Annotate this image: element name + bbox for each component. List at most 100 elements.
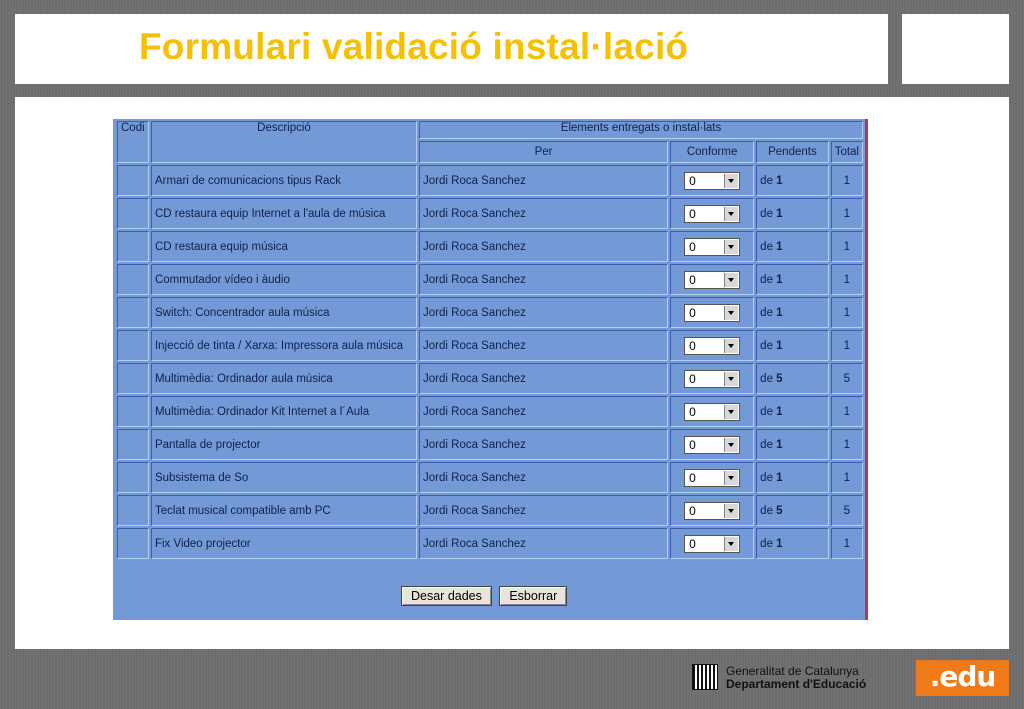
cell-per: Jordi Roca Sanchez — [419, 462, 669, 493]
conforme-value: 0 — [689, 173, 696, 188]
table-row: Commutador vídeo i àudio Jordi Roca Sanc… — [117, 264, 863, 295]
cell-pendents: de 5 — [756, 363, 829, 394]
chevron-down-icon[interactable] — [724, 173, 739, 188]
conforme-value: 0 — [689, 239, 696, 254]
cell-total: 1 — [830, 264, 863, 295]
chevron-down-icon[interactable] — [724, 404, 739, 419]
pendents-count: 1 — [776, 273, 783, 286]
cell-pendents: de 5 — [756, 495, 829, 526]
chevron-down-icon[interactable] — [724, 239, 739, 254]
conforme-select[interactable]: 0 — [684, 204, 741, 223]
table-row: Multimèdia: Ordinador aula música Jordi … — [117, 363, 863, 394]
pendents-prefix: de — [760, 306, 773, 319]
col-header-total: Total — [830, 141, 863, 163]
cell-codi — [117, 231, 149, 262]
chevron-down-icon[interactable] — [724, 338, 739, 353]
cell-pendents: de 1 — [756, 396, 829, 427]
conforme-select[interactable]: 0 — [684, 237, 741, 256]
cell-codi — [117, 495, 149, 526]
cell-descripcio: CD restaura equip Internet a l'aula de m… — [150, 198, 418, 229]
chevron-down-icon[interactable] — [724, 371, 739, 386]
col-header-conforme: Conforme — [670, 141, 755, 163]
col-header-codi: Codi — [117, 121, 149, 163]
cell-total: 1 — [830, 528, 863, 559]
conforme-select[interactable]: 0 — [684, 369, 741, 388]
cell-conforme: 0 — [670, 198, 755, 229]
chevron-down-icon[interactable] — [724, 503, 739, 518]
cell-conforme: 0 — [670, 231, 755, 262]
chevron-down-icon[interactable] — [724, 437, 739, 452]
cell-total: 1 — [830, 198, 863, 229]
col-header-per: Per — [419, 141, 669, 163]
cell-conforme: 0 — [670, 330, 755, 361]
corner-box — [902, 14, 1009, 84]
pendents-count: 1 — [776, 240, 783, 253]
conforme-select[interactable]: 0 — [684, 270, 741, 289]
conforme-value: 0 — [689, 503, 696, 518]
cell-per: Jordi Roca Sanchez — [419, 297, 669, 328]
conforme-select[interactable]: 0 — [684, 435, 741, 454]
conforme-value: 0 — [689, 338, 696, 353]
cell-codi — [117, 462, 149, 493]
pendents-count: 1 — [776, 405, 783, 418]
conforme-value: 0 — [689, 437, 696, 452]
cell-descripcio: CD restaura equip música — [150, 231, 418, 262]
cell-conforme: 0 — [670, 528, 755, 559]
pendents-count: 1 — [776, 471, 783, 484]
cell-per: Jordi Roca Sanchez — [419, 528, 669, 559]
pendents-count: 1 — [776, 339, 783, 352]
cell-total: 1 — [830, 297, 863, 328]
table-row: Switch: Concentrador aula música Jordi R… — [117, 297, 863, 328]
conforme-select[interactable]: 0 — [684, 402, 741, 421]
pendents-prefix: de — [760, 273, 773, 286]
conforme-select[interactable]: 0 — [684, 534, 741, 553]
cell-descripcio: Armari de comunicacions tipus Rack — [150, 165, 418, 196]
cell-codi — [117, 396, 149, 427]
cell-total: 1 — [830, 231, 863, 262]
conforme-select[interactable]: 0 — [684, 501, 741, 520]
chevron-down-icon[interactable] — [724, 206, 739, 221]
clear-button[interactable]: Esborrar — [499, 586, 568, 606]
table-row: CD restaura equip música Jordi Roca Sanc… — [117, 231, 863, 262]
col-header-descripcio: Descripció — [150, 121, 418, 163]
pendents-count: 1 — [776, 174, 783, 187]
cell-descripcio: Commutador vídeo i àudio — [150, 264, 418, 295]
chevron-down-icon[interactable] — [724, 305, 739, 320]
pendents-prefix: de — [760, 207, 773, 220]
chevron-down-icon[interactable] — [724, 470, 739, 485]
cell-conforme: 0 — [670, 429, 755, 460]
cell-codi — [117, 429, 149, 460]
pendents-prefix: de — [760, 174, 773, 187]
chevron-down-icon[interactable] — [724, 272, 739, 287]
cell-per: Jordi Roca Sanchez — [419, 264, 669, 295]
conforme-select[interactable]: 0 — [684, 468, 741, 487]
chevron-down-icon[interactable] — [724, 536, 739, 551]
cell-conforme: 0 — [670, 297, 755, 328]
cell-codi — [117, 363, 149, 394]
conforme-select[interactable]: 0 — [684, 336, 741, 355]
elements-table: Codi Descripció Elements entregats o ins… — [115, 119, 865, 561]
cell-conforme: 0 — [670, 264, 755, 295]
pendents-prefix: de — [760, 504, 773, 517]
conforme-value: 0 — [689, 536, 696, 551]
conforme-value: 0 — [689, 305, 696, 320]
cell-descripcio: Fix Video projector — [150, 528, 418, 559]
cell-per: Jordi Roca Sanchez — [419, 198, 669, 229]
cell-codi — [117, 297, 149, 328]
edu-badge: .edu — [916, 660, 1009, 696]
cell-total: 1 — [830, 462, 863, 493]
table-row: Fix Video projector Jordi Roca Sanchez 0… — [117, 528, 863, 559]
table-row: CD restaura equip Internet a l'aula de m… — [117, 198, 863, 229]
cell-total: 1 — [830, 429, 863, 460]
cell-pendents: de 1 — [756, 264, 829, 295]
cell-per: Jordi Roca Sanchez — [419, 495, 669, 526]
conforme-select[interactable]: 0 — [684, 171, 741, 190]
page-title: Formulari validació instal·lació — [139, 26, 689, 67]
table-row: Teclat musical compatible amb PC Jordi R… — [117, 495, 863, 526]
cell-conforme: 0 — [670, 165, 755, 196]
save-button[interactable]: Desar dades — [401, 586, 492, 606]
conforme-select[interactable]: 0 — [684, 303, 741, 322]
cell-descripcio: Teclat musical compatible amb PC — [150, 495, 418, 526]
cell-codi — [117, 528, 149, 559]
pendents-prefix: de — [760, 471, 773, 484]
